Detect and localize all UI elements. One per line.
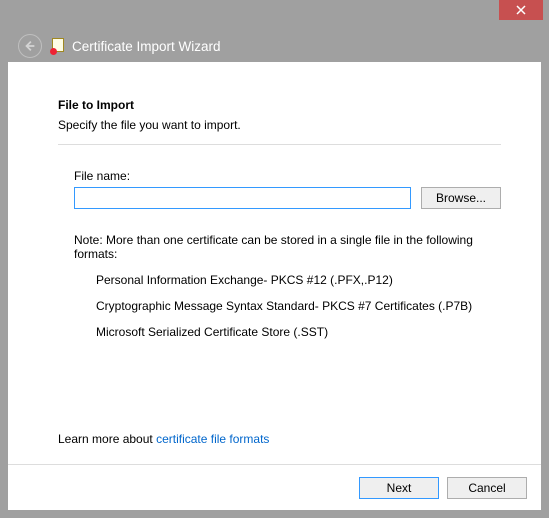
divider <box>58 144 501 145</box>
close-icon <box>516 5 526 15</box>
format-sst: Microsoft Serialized Certificate Store (… <box>96 325 501 339</box>
page-heading: File to Import <box>58 98 501 112</box>
close-button[interactable] <box>499 0 543 20</box>
wizard-title: Certificate Import Wizard <box>72 39 221 54</box>
file-name-input[interactable] <box>74 187 411 209</box>
learn-more-link[interactable]: certificate file formats <box>156 432 269 446</box>
back-button[interactable] <box>18 34 42 58</box>
footer: Next Cancel <box>8 464 541 510</box>
learn-more: Learn more about certificate file format… <box>58 432 269 446</box>
format-p7b: Cryptographic Message Syntax Standard- P… <box>96 299 501 313</box>
cancel-button[interactable]: Cancel <box>447 477 527 499</box>
client-area: File to Import Specify the file you want… <box>8 62 541 510</box>
learn-more-prefix: Learn more about <box>58 432 156 446</box>
titlebar <box>0 0 549 30</box>
next-button[interactable]: Next <box>359 477 439 499</box>
page-subheading: Specify the file you want to import. <box>58 118 501 132</box>
note-text: Note: More than one certificate can be s… <box>74 233 501 261</box>
back-arrow-icon <box>23 39 37 53</box>
format-pfx: Personal Information Exchange- PKCS #12 … <box>96 273 501 287</box>
certificate-icon <box>50 38 66 54</box>
browse-button[interactable]: Browse... <box>421 187 501 209</box>
file-name-label: File name: <box>74 169 501 183</box>
